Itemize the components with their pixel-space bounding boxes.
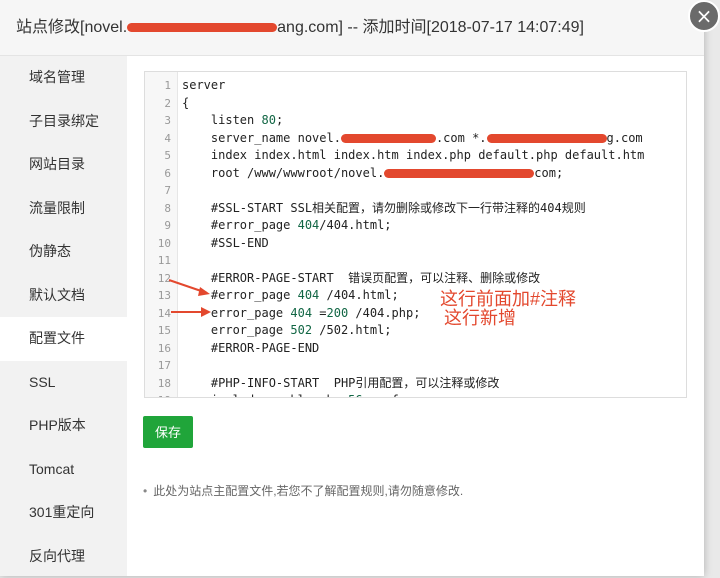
sidebar-item[interactable]: 默认文档 [0,274,127,318]
code-line [182,182,686,200]
code-text-tail: g.com [607,131,643,145]
close-icon[interactable]: × [688,0,720,32]
line-number: 8 [145,200,177,218]
code-text: listen 80; [182,113,283,127]
code-text: #PHP-INFO-START PHP引用配置，可以注释或修改 [182,376,499,390]
help-note: • 此处为站点主配置文件,若您不了解配置规则,请勿随意修改. [143,482,463,499]
line-number: 3 [145,112,177,130]
redaction-mark [384,169,534,178]
sidebar-item[interactable]: Tomcat [0,448,127,492]
code-text: include enable-php-56.conf; [182,393,406,398]
line-number: 6 [145,165,177,183]
line-number: 10 [145,235,177,253]
redaction-mark [341,134,436,143]
line-number: 5 [145,147,177,165]
line-number: 19 [145,392,177,398]
sidebar-item[interactable]: 反向代理 [0,535,127,578]
site-edit-dialog: 站点修改[novel. ang.com] -- 添加时间[2018-07-17 1… [0,0,704,576]
code-text: server [182,78,225,92]
sidebar-item[interactable]: 配置文件 [0,317,127,361]
redaction-mark [487,134,607,143]
sidebar-item[interactable]: 伪静态 [0,230,127,274]
code-text: #ERROR-PAGE-END [182,341,319,355]
redaction-mark [127,23,277,32]
code-line: #SSL-START SSL相关配置，请勿删除或修改下一行带注释的404规则 [182,200,686,218]
sidebar-item[interactable]: PHP版本 [0,404,127,448]
code-text-tail: com; [534,166,563,180]
code-line: #error_page 404 /404.html; [182,287,686,305]
code-text: { [182,96,189,110]
code-line: #ERROR-PAGE-END [182,340,686,358]
code-line: server_name novel. .com *. g.com [182,130,686,148]
save-button[interactable]: 保存 [143,416,193,448]
line-number: 2 [145,95,177,113]
code-text: #ERROR-PAGE-START 错误页配置，可以注释、删除或修改 [182,271,540,285]
code-text: index index.html index.htm index.php def… [182,148,644,162]
code-text: #SSL-START SSL相关配置，请勿删除或修改下一行带注释的404规则 [182,201,586,215]
sidebar-item[interactable]: 流量限制 [0,187,127,231]
code-text: error_page 404 =200 /404.php; [182,306,420,320]
arrow-head-14 [201,307,211,317]
line-number: 17 [145,357,177,375]
arrow-head-13 [198,287,210,296]
code-line: error_page 404 =200 /404.php; [182,305,686,323]
dialog-title: 站点修改[novel. ang.com] -- 添加时间[2018-07-17 1… [16,0,584,56]
code-line: #SSL-END [182,235,686,253]
code-line: #error_page 404/404.html; [182,217,686,235]
code-line: listen 80; [182,112,686,130]
code-text: server_name novel. [182,131,341,145]
settings-sidebar: 域名管理子目录绑定网站目录流量限制伪静态默认文档配置文件SSLPHP版本Tomc… [0,56,127,576]
sidebar-item[interactable]: 301重定向 [0,491,127,535]
line-number: 7 [145,182,177,200]
code-line: #ERROR-PAGE-START 错误页配置，可以注释、删除或修改 [182,270,686,288]
dialog-titlebar: 站点修改[novel. ang.com] -- 添加时间[2018-07-17 1… [0,0,704,56]
line-number: 1 [145,77,177,95]
line-number: 16 [145,340,177,358]
code-text: #error_page 404/404.html; [182,218,392,232]
bullet-icon: • [143,484,147,498]
code-text: root /www/wwwroot/novel. [182,166,384,180]
line-number: 11 [145,252,177,270]
title-suffix: ang.com] -- 添加时间[2018-07-17 14:07:49] [277,19,584,36]
config-editor[interactable]: 12345678910111213141516171819 server{ li… [144,71,687,398]
title-prefix: 站点修改[novel. [16,19,127,36]
code-line [182,252,686,270]
code-line: #PHP-INFO-START PHP引用配置，可以注释或修改 [182,375,686,393]
line-number: 9 [145,217,177,235]
line-number: 4 [145,130,177,148]
annotation-new-line: 这行新增 [444,304,516,330]
code-line: server [182,77,686,95]
line-number: 18 [145,375,177,393]
sidebar-item[interactable]: SSL [0,361,127,405]
line-number-gutter: 12345678910111213141516171819 [145,72,178,397]
sidebar-item[interactable]: 网站目录 [0,143,127,187]
code-line [182,357,686,375]
code-line: error_page 502 /502.html; [182,322,686,340]
code-text: #SSL-END [182,236,269,250]
code-text-tail: .com *. [436,131,487,145]
code-line: { [182,95,686,113]
code-line: include enable-php-56.conf; [182,392,686,398]
code-line: root /www/wwwroot/novel. com; [182,165,686,183]
arrow-annotations [165,270,215,330]
sidebar-item[interactable]: 子目录绑定 [0,100,127,144]
sidebar-item[interactable]: 域名管理 [0,56,127,100]
help-note-text: 此处为站点主配置文件,若您不了解配置规则,请勿随意修改. [153,484,463,498]
code-line: index index.html index.htm index.php def… [182,147,686,165]
code-area[interactable]: server { listen 80; server_name novel. .co… [182,77,686,398]
